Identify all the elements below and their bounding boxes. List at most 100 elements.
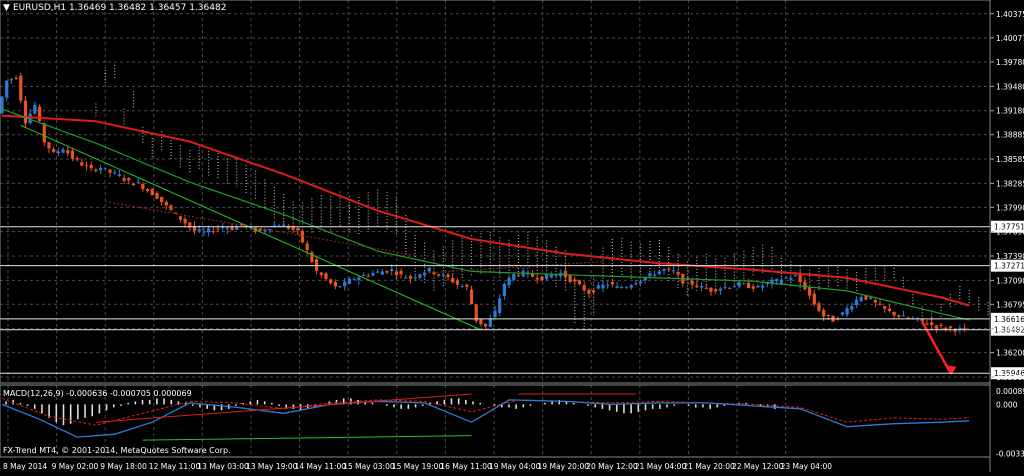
candle-body (826, 314, 830, 317)
candle-body (901, 315, 906, 317)
candle-body (202, 231, 206, 233)
candle-body (530, 274, 535, 277)
candle-body (174, 212, 178, 214)
candle-body (648, 273, 652, 277)
candle-body (582, 285, 586, 291)
candle-body (211, 231, 215, 233)
price-tick-label: 1.40375 (996, 10, 1024, 19)
candle-body (793, 275, 798, 277)
candle-body (939, 324, 943, 326)
candle-body (643, 277, 647, 281)
candle-body (892, 311, 896, 316)
candle-body (869, 297, 873, 299)
candle-body (535, 278, 539, 280)
candle-body (840, 312, 845, 315)
candle-body (61, 149, 65, 153)
candle-body (145, 189, 150, 191)
copyright-text: FX-Trend MT4, © 2001-2014, MetaQuotes So… (3, 446, 231, 455)
candle-body (103, 167, 107, 169)
time-label: 23 May 04:00 (781, 462, 833, 471)
candle-body (14, 77, 18, 79)
chart-menu-icon[interactable]: ▼ (3, 3, 10, 13)
candle-body (610, 281, 614, 285)
price-tick-label: 1.35900 (996, 373, 1024, 382)
time-axis[interactable]: 8 May 2014 9 May 02:00 9 May 18:00 12 May 1… (3, 462, 832, 471)
candle-body (498, 298, 502, 313)
candle-body (897, 315, 901, 317)
candle-body (709, 287, 713, 292)
candle-body (70, 150, 75, 159)
candle-body (577, 280, 582, 285)
candle-body (343, 281, 347, 287)
candle-body (948, 326, 953, 329)
candle-body (122, 177, 126, 181)
candle-body (352, 278, 356, 280)
candle-body (131, 183, 136, 186)
candle-body (9, 79, 13, 81)
candle-body (300, 231, 305, 243)
price-tick-label: 1.37090 (996, 276, 1024, 285)
candle-body (742, 283, 746, 285)
candle-body (592, 290, 596, 293)
candle (37, 104, 42, 123)
candle-body (596, 285, 600, 289)
candle-body (887, 308, 891, 311)
time-label: 19 May 04:00 (489, 462, 541, 471)
candle-body (784, 277, 788, 279)
time-label: 9 May 18:00 (100, 462, 147, 471)
candle-body (587, 289, 591, 294)
candle-body (314, 259, 319, 271)
candle-body (615, 286, 619, 288)
candle-body (883, 306, 887, 309)
candle-body (671, 270, 676, 272)
price-tick-label: 1.37990 (996, 203, 1024, 212)
candle-body (958, 327, 962, 330)
candle-body (704, 287, 708, 289)
candle-body (441, 274, 445, 276)
candle-body (789, 278, 793, 280)
candle-body (413, 277, 417, 279)
candle (23, 95, 28, 129)
candle-body (160, 196, 164, 203)
candle-body (178, 216, 183, 220)
time-label: 12 May 11:00 (149, 462, 201, 471)
candle-body (962, 327, 967, 329)
candle-body (460, 286, 464, 288)
price-tick-label: 1.38885 (996, 131, 1024, 140)
chart-canvas[interactable]: 1.377511.372711.366161.364821.35946 1.40… (0, 0, 1024, 472)
candle (19, 73, 23, 104)
candle-body (667, 268, 671, 270)
price-tick-label: 1.40077 (996, 34, 1024, 43)
candle-body (568, 275, 572, 282)
candle-body (23, 100, 28, 124)
candle-body (502, 284, 506, 297)
candle-body (0, 96, 4, 114)
candle (474, 304, 478, 324)
candle-body (329, 279, 333, 284)
candle-body (66, 150, 70, 154)
candle-body (357, 277, 361, 281)
candle-body (634, 283, 638, 285)
time-label: 15 May 03:00 (343, 462, 395, 471)
candle-body (854, 299, 859, 306)
candle-body (930, 322, 934, 326)
candle-body (469, 289, 474, 305)
candle-body (75, 158, 79, 160)
candle-body (282, 224, 286, 227)
candle-body (676, 271, 680, 275)
candle-body (751, 286, 755, 289)
price-tick-label: 1.39480 (996, 82, 1024, 91)
candle-body (549, 274, 553, 278)
candle-body (33, 104, 37, 114)
candle-body (108, 169, 112, 173)
mt4-chart-window[interactable]: 1.37751 1.37271 1.36616 1.36482 1.35946 1.40… (0, 0, 1024, 472)
candle-body (169, 205, 173, 210)
candle-body (408, 276, 413, 279)
candle-body (89, 165, 93, 169)
candle-body (451, 278, 455, 283)
symbol-info: EURUSD,H1 1.36469 1.36482 1.36457 1.3648… (13, 3, 226, 13)
candle-body (296, 228, 300, 231)
candle-body (737, 282, 741, 287)
candle-body (80, 162, 84, 166)
candle-body (516, 275, 521, 277)
